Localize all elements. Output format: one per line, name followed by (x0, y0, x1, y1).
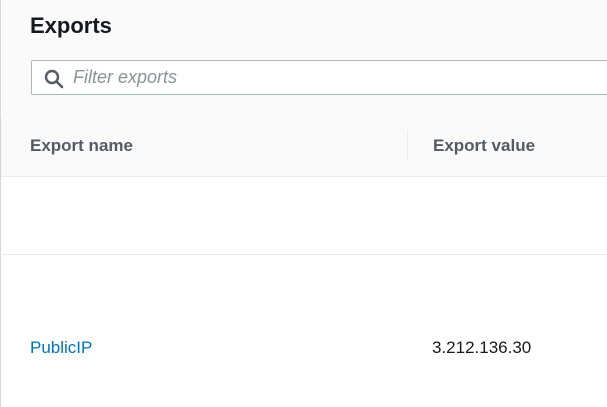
column-header-export-name[interactable]: Export name (30, 136, 133, 156)
export-name-link[interactable]: PublicIP (30, 338, 92, 358)
table-row-empty (2, 177, 607, 255)
export-value: 3.212.136.30 (432, 338, 532, 357)
exports-header: Exports (2, 0, 607, 117)
search-input[interactable] (73, 61, 607, 94)
search-icon (44, 69, 64, 89)
column-header-export-value[interactable]: Export value (433, 136, 535, 156)
exports-panel: Exports Export name Export value PublicI… (0, 0, 607, 407)
table-header: Export name Export value (2, 116, 607, 177)
page-title: Exports (30, 13, 112, 38)
table-row: PublicIP 3.212.136.30 (2, 255, 607, 407)
column-divider[interactable] (407, 130, 408, 160)
search-box[interactable] (31, 60, 607, 95)
